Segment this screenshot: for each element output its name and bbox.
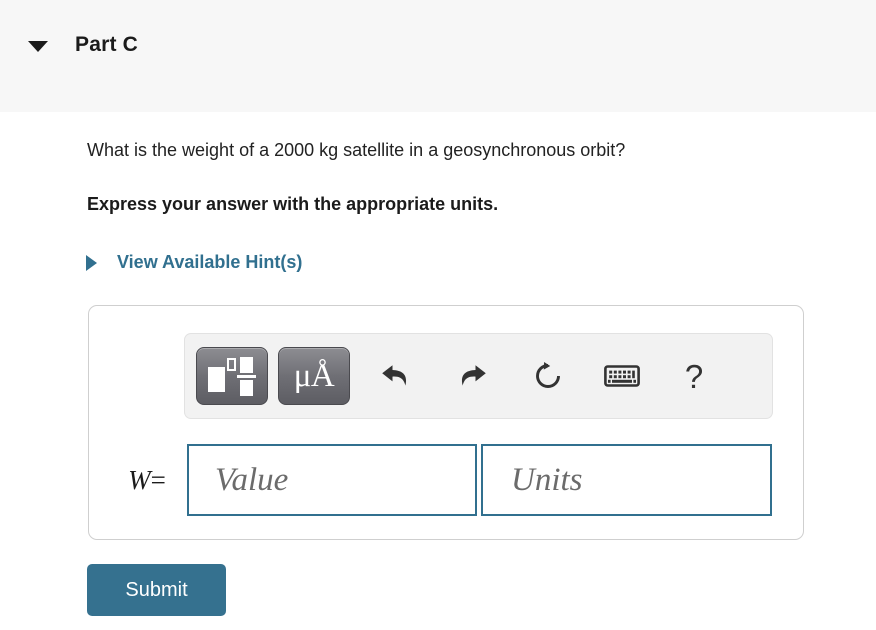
submit-button[interactable]: Submit	[87, 564, 226, 616]
variable-label: W=	[107, 465, 187, 496]
answer-toolbar: μÅ ?	[184, 333, 773, 419]
part-header-toggle[interactable]: Part C	[28, 33, 138, 57]
question-instruction: Express your answer with the appropriate…	[87, 194, 499, 214]
math-template-button[interactable]	[196, 347, 268, 405]
help-icon[interactable]: ?	[666, 353, 722, 399]
view-hints-label: View Available Hint(s)	[117, 252, 303, 272]
units-icon: μÅ	[293, 357, 335, 394]
page-title: Part C	[75, 33, 139, 56]
keyboard-icon[interactable]	[594, 353, 650, 399]
caret-down-icon[interactable]	[28, 40, 48, 52]
units-input[interactable]: Units	[481, 444, 772, 516]
reset-icon[interactable]	[520, 353, 576, 399]
caret-right-icon[interactable]	[86, 254, 97, 271]
question-prompt: What is the weight of a 2000 kg satellit…	[87, 140, 626, 160]
part-header: Part C	[0, 0, 876, 112]
equals-sign: =	[150, 464, 166, 495]
units-placeholder: Units	[511, 461, 583, 498]
math-template-icon	[207, 355, 257, 397]
units-button[interactable]: μÅ	[278, 347, 350, 405]
answer-input-row: W= Value Units	[89, 443, 803, 517]
redo-icon[interactable]	[444, 353, 500, 399]
view-hints-link[interactable]: View Available Hint(s)	[86, 252, 302, 273]
answer-container: μÅ ? W= Value Units	[88, 305, 804, 540]
variable-symbol: W	[128, 464, 151, 495]
undo-icon[interactable]	[368, 353, 424, 399]
value-placeholder: Value	[215, 461, 289, 498]
value-input[interactable]: Value	[187, 444, 477, 516]
